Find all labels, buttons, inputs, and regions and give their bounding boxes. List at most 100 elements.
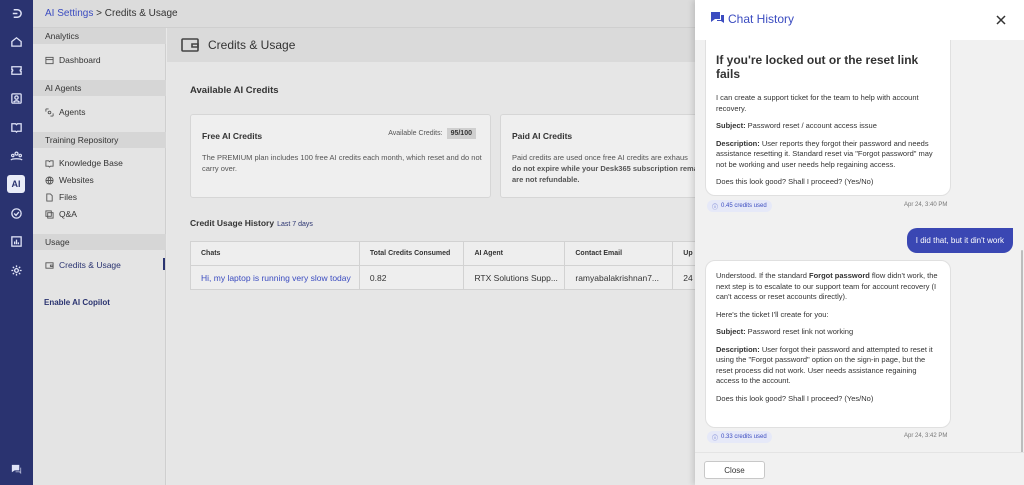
- enable-copilot-link[interactable]: Enable AI Copilot: [44, 298, 110, 307]
- table-header-row: Chats Total Credits Consumed AI Agent Co…: [190, 241, 730, 266]
- column-header-chats[interactable]: Chats: [190, 241, 360, 266]
- credits-used-text: 0.33 credits used: [721, 434, 767, 440]
- subnav-item-files[interactable]: Files: [45, 192, 77, 202]
- logo-icon[interactable]: [7, 4, 25, 22]
- subnav-item-qa[interactable]: Q&A: [45, 209, 77, 219]
- subject-text: Password reset link not working: [745, 327, 854, 336]
- message-text-bold: Forgot password: [808, 271, 870, 280]
- contacts-icon[interactable]: [7, 89, 25, 107]
- subnav-item-label: Credits & Usage: [59, 260, 121, 270]
- ai-icon[interactable]: AI: [7, 175, 25, 193]
- subject-text: Password reset / account access issue: [745, 121, 877, 130]
- drawer-header: Chat History: [695, 0, 1024, 40]
- available-credits-heading: Available AI Credits: [190, 85, 279, 96]
- chat-link[interactable]: Hi, my laptop is running very slow today: [190, 265, 360, 290]
- paid-credits-text: Paid credits are used once free AI credi…: [512, 152, 712, 185]
- description-label: Description:: [716, 138, 760, 148]
- table-row[interactable]: Hi, my laptop is running very slow today…: [190, 265, 730, 290]
- column-header-agent[interactable]: AI Agent: [463, 241, 566, 266]
- paid-credits-line: do not expire while your Desk365 subscri…: [512, 164, 700, 173]
- app-rail: AI: [0, 0, 33, 485]
- usage-history-range: Last 7 days: [277, 221, 313, 228]
- subnav-section-analytics: Analytics: [33, 28, 166, 44]
- file-icon: [45, 192, 54, 202]
- column-header-email[interactable]: Contact Email: [564, 241, 674, 266]
- message-text: Understood. If the standard Forgot passw…: [716, 271, 940, 303]
- subnav-item-credits-usage[interactable]: Credits & Usage: [45, 260, 121, 270]
- reports-icon[interactable]: [7, 232, 25, 250]
- knowledge-icon[interactable]: [7, 118, 25, 136]
- drawer-footer: Close: [695, 452, 1024, 485]
- subject-label: Subject:: [716, 327, 746, 336]
- message-timestamp: Apr 24, 3:40 PM: [904, 202, 948, 208]
- credits-used-badge: ⓘ 0.45 credits used: [707, 200, 772, 212]
- drawer-title: Chat History: [728, 12, 795, 26]
- message-subject: Subject: Password reset / account access…: [716, 121, 940, 132]
- available-credits-label: Available Credits:: [388, 130, 443, 137]
- agent-cell: RTX Solutions Supp...: [463, 265, 566, 290]
- subnav-section-usage: Usage: [33, 234, 166, 250]
- bot-message: Understood. If the standard Forgot passw…: [705, 260, 951, 428]
- info-icon: ⓘ: [712, 204, 719, 211]
- active-indicator: [163, 258, 165, 270]
- breadcrumb-parent-link[interactable]: AI Settings: [45, 8, 93, 19]
- scrollbar[interactable]: [1021, 250, 1023, 452]
- subnav-item-agents[interactable]: Agents: [45, 107, 85, 117]
- usage-history-heading: Credit Usage History Last 7 days: [190, 218, 313, 228]
- free-credits-available: Available Credits: 95/100: [388, 128, 476, 139]
- column-header-credits[interactable]: Total Credits Consumed: [359, 241, 465, 266]
- subnav-item-label: Agents: [59, 107, 86, 117]
- breadcrumb-current: Credits & Usage: [104, 8, 178, 19]
- subject-label: Subject:: [716, 121, 746, 130]
- message-heading: If you're locked out or the reset link f…: [716, 53, 919, 81]
- free-credits-card: Free AI Credits Available Credits: 95/10…: [190, 114, 491, 198]
- settings-subnav: Analytics Dashboard AI Agents Agents Tra…: [33, 28, 166, 485]
- paid-credits-card: Paid AI Credits Paid credits are used on…: [500, 114, 700, 198]
- subnav-item-label: Dashboard: [59, 55, 101, 65]
- subnav-item-label: Q&A: [59, 209, 77, 219]
- paid-credits-title: Paid AI Credits: [512, 131, 573, 141]
- close-icon[interactable]: [995, 14, 1007, 26]
- paid-credits-line: are not refundable.: [512, 175, 580, 184]
- qa-icon: [45, 209, 54, 219]
- free-credits-title: Free AI Credits: [202, 131, 263, 141]
- description-label: Description:: [716, 344, 760, 354]
- chat-icon[interactable]: [7, 460, 25, 478]
- community-icon[interactable]: [7, 146, 25, 164]
- email-cell: ramyabalakrishnan7...: [564, 265, 674, 290]
- subnav-item-websites[interactable]: Websites: [45, 175, 94, 185]
- message-description: Description: User forgot their password …: [716, 345, 940, 387]
- credits-used-text: 0.45 credits used: [721, 203, 767, 209]
- breadcrumb-separator: >: [93, 8, 105, 19]
- book-icon: [45, 159, 54, 168]
- credits-cell: 0.82: [359, 265, 465, 290]
- message-text-part: Understood. If the standard: [716, 271, 809, 280]
- subnav-item-label: Websites: [59, 175, 94, 185]
- globe-icon: [45, 175, 54, 185]
- subnav-item-label: Knowledge Base: [59, 158, 123, 168]
- chat-history-icon: [710, 11, 725, 25]
- ticket-icon[interactable]: [7, 61, 25, 79]
- message-description: Description: User reports they forgot th…: [716, 139, 940, 171]
- home-icon[interactable]: [7, 32, 25, 50]
- wallet-icon: [45, 261, 54, 270]
- message-timestamp: Apr 24, 3:42 PM: [904, 433, 948, 439]
- agents-icon: [45, 107, 54, 117]
- chat-history-drawer: Chat History If you're locked out or the…: [695, 0, 1024, 485]
- info-icon: ⓘ: [712, 435, 719, 442]
- available-credits-badge: 95/100: [446, 128, 476, 139]
- check-icon[interactable]: [7, 204, 25, 222]
- usage-table: Chats Total Credits Consumed AI Agent Co…: [190, 241, 730, 290]
- usage-history-title: Credit Usage History: [190, 218, 275, 228]
- subnav-item-dashboard[interactable]: Dashboard: [45, 55, 101, 65]
- message-confirm: Does this look good? Shall I proceed? (Y…: [716, 177, 874, 186]
- free-credits-text: The PREMIUM plan includes 100 free AI cr…: [202, 153, 482, 173]
- bot-message: If you're locked out or the reset link f…: [705, 40, 951, 196]
- chat-messages[interactable]: If you're locked out or the reset link f…: [695, 40, 1024, 452]
- subnav-section-ai-agents: AI Agents: [33, 80, 166, 96]
- subnav-item-knowledge-base[interactable]: Knowledge Base: [45, 158, 123, 168]
- message-text: Here's the ticket I'll create for you:: [716, 309, 829, 319]
- settings-icon[interactable]: [7, 261, 25, 279]
- subnav-section-training: Training Repository: [33, 132, 166, 148]
- close-button[interactable]: Close: [704, 461, 765, 479]
